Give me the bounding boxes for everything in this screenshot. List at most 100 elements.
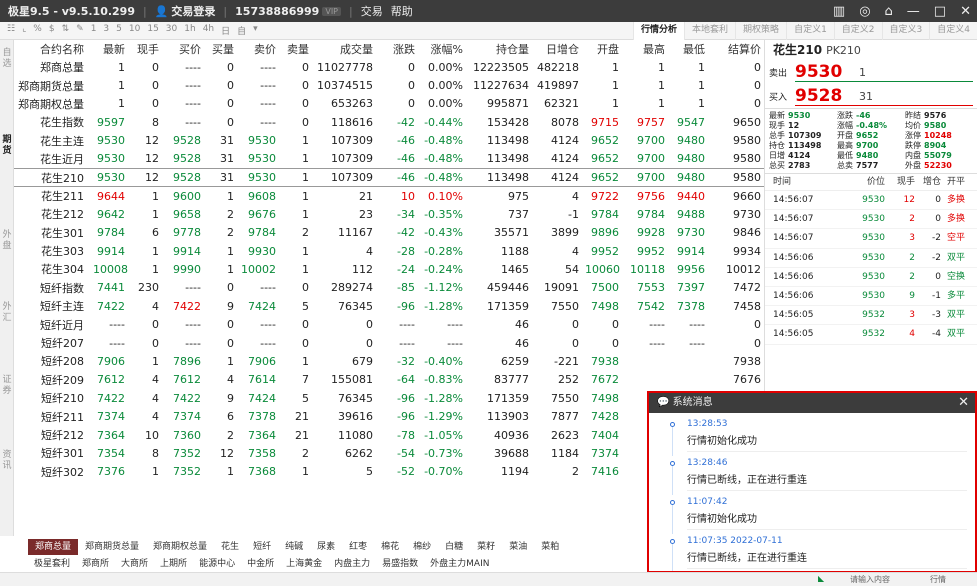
tab-view[interactable]: 自定义1: [786, 22, 834, 40]
exchange-tab[interactable]: 郑商所: [76, 556, 115, 572]
column-header[interactable]: 最高: [622, 40, 668, 58]
account-phone[interactable]: 15738886999: [235, 5, 319, 18]
table-row[interactable]: 花生301 9784 6 9778 2 9784 2 11167 -42 -0.43% 35571 3…: [14, 224, 764, 242]
table-row[interactable]: 花生指数 9597 8 ---- 0 ---- 0 118616 -42 -0.44% 153428…: [14, 113, 764, 131]
table-row[interactable]: 短纤主连 7422 4 7422 9 7424 5 76345 -96 -1.28% 171359 7…: [14, 297, 764, 315]
exchange-tab[interactable]: 内盘主力: [328, 556, 376, 572]
toolbar-item[interactable]: ☷: [7, 24, 15, 37]
column-header[interactable]: 持仓量: [466, 40, 532, 58]
toolbar-item[interactable]: 4h: [203, 24, 214, 37]
trade-menu[interactable]: 交易: [361, 3, 383, 19]
product-tab[interactable]: 红枣: [342, 539, 374, 555]
toolbar-item[interactable]: 1h: [184, 24, 195, 37]
exchange-tab[interactable]: 大商所: [115, 556, 154, 572]
product-tab[interactable]: 郑商期权总量: [146, 539, 214, 555]
exchange-tab[interactable]: 能源中心: [193, 556, 241, 572]
sidebar-category[interactable]: 外盘: [0, 230, 14, 252]
table-row[interactable]: 短纤207 ---- 0 ---- 0 ---- 0 0 ---- ---- 46 0 0 ---- ---…: [14, 334, 764, 352]
toolbar-item[interactable]: ▾: [253, 24, 258, 37]
tick-row[interactable]: 14:56:07 9530 3 -2 空平: [765, 229, 977, 249]
tick-row[interactable]: 14:56:07 9530 12 0 多换: [765, 191, 977, 211]
toolbar-item[interactable]: ✎: [76, 24, 84, 37]
table-row[interactable]: 花生304 10008 1 9990 1 10002 1 112 -24 -0.24% 1465 54…: [14, 260, 764, 278]
tab-view[interactable]: 行情分析: [633, 22, 685, 40]
column-header[interactable]: 涨幅%: [418, 40, 466, 58]
shirt-icon[interactable]: ⌂: [885, 4, 893, 19]
toolbar-item[interactable]: ⇅: [62, 24, 70, 37]
toolbar-item[interactable]: 15: [147, 24, 158, 37]
table-row[interactable]: 郑商期货总量 1 0 ---- 0 ---- 0 10374515 0 0.00% 11227634…: [14, 76, 764, 94]
exchange-tab[interactable]: 中金所: [241, 556, 280, 572]
product-tab[interactable]: 短纤: [246, 539, 278, 555]
tick-row[interactable]: 14:56:06 9530 2 -2 双平: [765, 249, 977, 268]
tab-view[interactable]: 自定义2: [833, 22, 882, 40]
sidebar-category[interactable]: 期货: [0, 135, 14, 157]
column-header[interactable]: 开盘: [582, 40, 622, 58]
column-header[interactable]: 卖量: [279, 40, 312, 58]
minimize-icon[interactable]: —: [907, 4, 920, 19]
layout-icon[interactable]: ▥: [833, 4, 845, 19]
sell-quote[interactable]: 卖出 9530 1: [765, 60, 977, 84]
buy-quote[interactable]: 买入 9528 31: [765, 84, 977, 108]
toolbar-item[interactable]: %: [33, 24, 42, 37]
table-row[interactable]: 短纤209 7612 4 7612 4 7614 7 155081 -64 -0.83% 83777…: [14, 371, 764, 389]
exchange-tab[interactable]: 极星套利: [28, 556, 76, 572]
exchange-tab[interactable]: 上海黄金: [280, 556, 328, 572]
popup-close-icon[interactable]: ✕: [958, 393, 969, 413]
sidebar-category[interactable]: 外汇: [0, 302, 14, 324]
table-row[interactable]: 花生303 9914 1 9914 1 9930 1 4 -28 -0.28% 1188 4 9952 9…: [14, 242, 764, 260]
product-tab[interactable]: 花生: [214, 539, 246, 555]
column-header[interactable]: 合约名称: [14, 40, 90, 58]
exchange-tab[interactable]: 外盘主力MAIN: [424, 556, 495, 572]
tick-row[interactable]: 14:56:07 9530 2 0 多换: [765, 210, 977, 230]
contract-header[interactable]: 花生210 PK210: [765, 40, 977, 60]
tab-view[interactable]: 自定义4: [929, 22, 977, 40]
toolbar-item[interactable]: 10: [129, 24, 140, 37]
toolbar-item[interactable]: $: [49, 24, 55, 37]
tab-view[interactable]: 本地套利: [684, 22, 735, 40]
product-tab[interactable]: 纯碱: [278, 539, 310, 555]
column-header[interactable]: 现手: [128, 40, 162, 58]
help-menu[interactable]: 帮助: [391, 3, 413, 19]
tab-view[interactable]: 期权策略: [735, 22, 786, 40]
product-tab[interactable]: 棉花: [374, 539, 406, 555]
product-tab[interactable]: 郑商期货总量: [78, 539, 146, 555]
product-tab[interactable]: 菜粕: [534, 539, 566, 555]
table-row[interactable]: 郑商总量 1 0 ---- 0 ---- 0 11027778 0 0.00% 12223505 48…: [14, 58, 764, 76]
close-icon[interactable]: ✕: [960, 4, 971, 19]
column-header[interactable]: 涨跌: [376, 40, 418, 58]
maximize-icon[interactable]: □: [934, 4, 946, 19]
table-row[interactable]: 花生近月 9530 12 9528 31 9530 1 107309 -46 -0.48% 1134…: [14, 150, 764, 168]
column-header[interactable]: 卖价: [237, 40, 279, 58]
column-header[interactable]: 日增仓: [532, 40, 582, 58]
product-tab[interactable]: 菜籽: [470, 539, 502, 555]
target-icon[interactable]: ◎: [859, 4, 870, 19]
column-header[interactable]: 成交量: [312, 40, 376, 58]
tick-row[interactable]: 14:56:06 9530 2 0 空换: [765, 268, 977, 287]
column-header[interactable]: 结算价: [708, 40, 764, 58]
toolbar-item[interactable]: 5: [116, 24, 122, 37]
table-row[interactable]: 花生210 9530 12 9528 31 9530 1 107309 -46 -0.48% 113…: [14, 167, 764, 188]
table-row[interactable]: 短纤指数 7441 230 ---- 0 ---- 0 289274 -85 -1.12% 4594…: [14, 279, 764, 297]
tick-row[interactable]: 14:56:05 9532 4 -4 双平: [765, 325, 977, 345]
table-row[interactable]: 花生主连 9530 12 9528 31 9530 1 107309 -46 -0.48% 1134…: [14, 132, 764, 150]
sidebar-category[interactable]: 资讯: [0, 450, 14, 472]
product-tab[interactable]: 菜油: [502, 539, 534, 555]
toolbar-item[interactable]: 自: [237, 24, 246, 37]
exchange-tab[interactable]: 上期所: [154, 556, 193, 572]
toolbar-item[interactable]: 30: [166, 24, 177, 37]
toolbar-item[interactable]: 日: [221, 24, 230, 37]
column-header[interactable]: 最低: [668, 40, 708, 58]
table-row[interactable]: 短纤近月 ---- 0 ---- 0 ---- 0 0 ---- ---- 46 0 0 ---- ----…: [14, 315, 764, 333]
sidebar-category[interactable]: 自选: [0, 48, 14, 70]
column-header[interactable]: 买量: [204, 40, 237, 58]
toolbar-item[interactable]: ⌞: [22, 24, 26, 37]
table-row[interactable]: 花生211 9644 1 9600 1 9608 1 21 10 0.10% 975 4 9722 975…: [14, 187, 764, 205]
table-row[interactable]: 郑商期权总量 1 0 ---- 0 ---- 0 653263 0 0.00% 995871 6232…: [14, 95, 764, 113]
exchange-tab[interactable]: 易盛指数: [376, 556, 424, 572]
table-row[interactable]: 短纤208 7906 1 7896 1 7906 1 679 -32 -0.40% 6259 -221…: [14, 352, 764, 370]
trade-login-button[interactable]: 交易登录: [171, 3, 215, 19]
tab-view[interactable]: 自定义3: [881, 22, 930, 40]
sidebar-category[interactable]: 证券: [0, 375, 14, 397]
column-header[interactable]: 最新: [90, 40, 128, 58]
